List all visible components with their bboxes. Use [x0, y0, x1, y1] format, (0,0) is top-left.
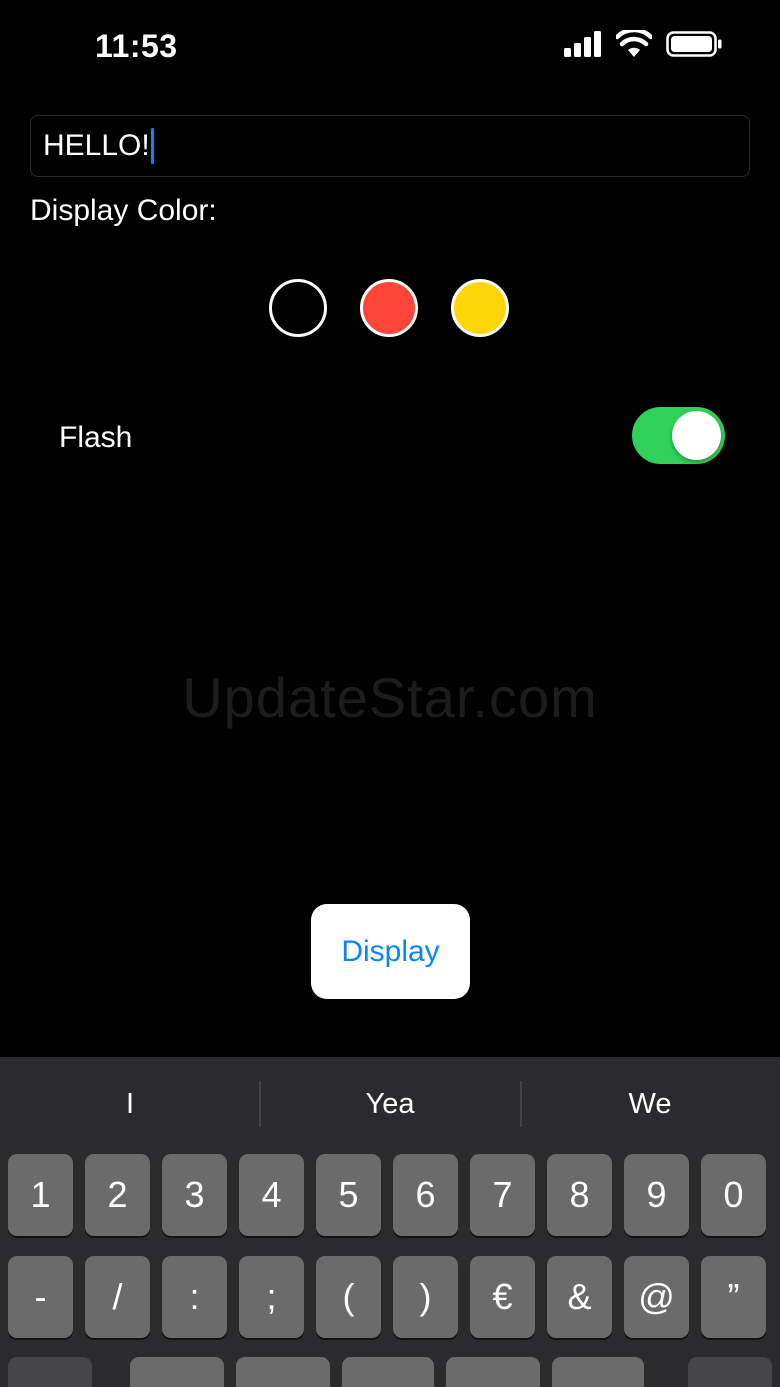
suggestion-item[interactable]: I [0, 1057, 260, 1151]
cellular-signal-icon [564, 30, 601, 57]
key[interactable]: 3 [162, 1154, 227, 1236]
key-mode-switch[interactable] [8, 1357, 92, 1387]
key[interactable]: / [85, 1256, 150, 1338]
key-row-numbers: 1 2 3 4 5 6 7 8 9 0 [8, 1154, 766, 1236]
suggestion-item[interactable]: We [520, 1057, 780, 1151]
watermark: UpdateStar.com [182, 666, 598, 729]
key[interactable]: : [162, 1256, 227, 1338]
battery-icon [666, 30, 722, 57]
message-text-value: HELLO! [43, 129, 150, 162]
key-delete[interactable] [688, 1357, 772, 1387]
key[interactable]: 4 [239, 1154, 304, 1236]
key[interactable]: ( [316, 1256, 381, 1338]
message-text-field[interactable]: HELLO! [30, 115, 750, 177]
key-partial[interactable] [446, 1357, 540, 1387]
key-partial[interactable] [130, 1357, 224, 1387]
key[interactable]: & [547, 1256, 612, 1338]
key[interactable]: 8 [547, 1154, 612, 1236]
key[interactable]: 5 [316, 1154, 381, 1236]
key[interactable]: 1 [8, 1154, 73, 1236]
key[interactable]: - [8, 1256, 73, 1338]
display-button[interactable]: Display [311, 904, 470, 999]
key[interactable]: € [470, 1256, 535, 1338]
key[interactable]: 0 [701, 1154, 766, 1236]
key-partial[interactable] [236, 1357, 330, 1387]
color-swatches [269, 279, 509, 337]
suggestion-item[interactable]: Yea [260, 1057, 520, 1151]
key-partial[interactable] [342, 1357, 434, 1387]
wifi-icon [616, 30, 652, 57]
suggestion-divider [520, 1081, 522, 1127]
swatch-red[interactable] [360, 279, 418, 337]
key[interactable]: ) [393, 1256, 458, 1338]
key[interactable]: 2 [85, 1154, 150, 1236]
text-caret [150, 128, 154, 164]
flash-label: Flash [59, 421, 133, 454]
status-bar: 11:53 [0, 0, 780, 92]
display-color-label: Display Color: [30, 194, 217, 227]
key[interactable]: 9 [624, 1154, 689, 1236]
key[interactable]: ” [701, 1256, 766, 1338]
key[interactable]: 7 [470, 1154, 535, 1236]
swatch-black[interactable] [269, 279, 327, 337]
status-time: 11:53 [95, 28, 178, 64]
key-partial[interactable] [552, 1357, 644, 1387]
suggestion-bar: I Yea We [0, 1057, 780, 1151]
key-row-symbols: - / : ; ( ) € & @ ” [8, 1256, 766, 1338]
suggestion-divider [259, 1081, 261, 1127]
toggle-knob [672, 411, 721, 460]
key[interactable]: 6 [393, 1154, 458, 1236]
key[interactable]: @ [624, 1256, 689, 1338]
flash-toggle[interactable] [632, 407, 725, 464]
key[interactable]: ; [239, 1256, 304, 1338]
keyboard: I Yea We 1 2 3 4 5 6 7 8 9 0 - / : ; ( )… [0, 1057, 780, 1387]
key-row-partial [0, 1357, 780, 1387]
status-icons [564, 30, 722, 57]
swatch-yellow[interactable] [451, 279, 509, 337]
